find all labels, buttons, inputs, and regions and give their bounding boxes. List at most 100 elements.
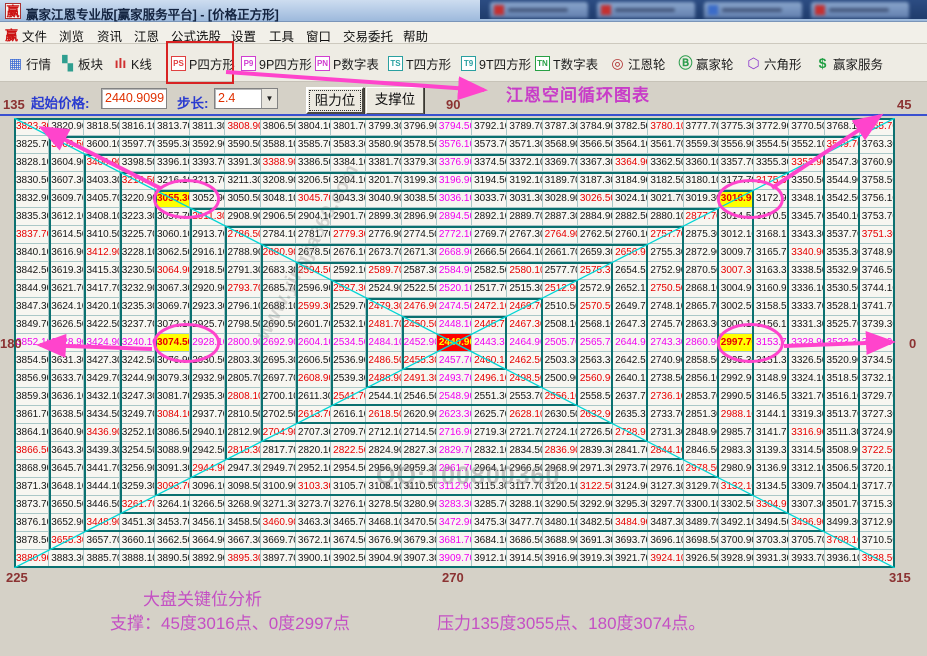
blurred-tab[interactable] (490, 2, 588, 18)
toolbar-item-t-square[interactable]: TST四方形 (388, 53, 451, 73)
winner-wheel-icon: Ⓑ (678, 56, 693, 71)
price-cell: 2971.30 (578, 460, 613, 478)
price-cell: 3583.30 (331, 136, 366, 154)
menu-item-7[interactable]: 工具 (269, 26, 294, 45)
menu-item-9[interactable]: 交易委托 (343, 26, 393, 45)
price-cell: 3220.90 (120, 190, 155, 208)
price-cell: 2764.90 (543, 226, 578, 244)
price-cell: 3820.90 (49, 118, 84, 136)
price-cell: 3501.70 (825, 496, 860, 514)
toolbar-item-kline[interactable]: ılıK线 (113, 53, 152, 73)
price-cell: 2836.90 (543, 442, 578, 460)
price-cell: 2484.10 (366, 334, 401, 352)
price-cell: 2649.70 (613, 298, 648, 316)
toolbar-item-quotes[interactable]: ▦行情 (8, 53, 51, 73)
price-cell: 2469.70 (507, 298, 542, 316)
price-cell: 3712.90 (860, 514, 895, 532)
menu-item-5[interactable]: 公式选股 (171, 26, 221, 45)
price-cell: 3151.30 (754, 352, 789, 370)
price-cell: 2992.90 (719, 370, 754, 388)
price-cell: 3698.50 (684, 532, 719, 550)
price-cell: 3784.90 (578, 118, 613, 136)
menu-item-10[interactable]: 帮助 (403, 26, 428, 45)
price-cell: 3710.50 (860, 532, 895, 550)
toolbar-item-p-square[interactable]: PSP四方形 (171, 53, 235, 73)
price-cell: 3496.90 (789, 514, 824, 532)
blurred-tab[interactable] (811, 2, 909, 18)
price-cell: 3086.50 (155, 424, 190, 442)
price-cell: 3364.90 (613, 154, 648, 172)
price-cell: 3129.70 (684, 478, 719, 496)
blurred-tabs-group (480, 0, 927, 19)
price-cell: 2757.70 (648, 226, 683, 244)
price-cell: 3789.70 (507, 118, 542, 136)
blurred-tab[interactable] (704, 2, 802, 18)
start-price-input[interactable]: 2440.9099 (101, 88, 167, 109)
price-cell: 2860.90 (684, 334, 719, 352)
price-cell: 3458.50 (225, 514, 260, 532)
price-cell: 2488.90 (366, 370, 401, 388)
resistance-button[interactable]: 阻力位 (306, 87, 364, 114)
blurred-tab[interactable] (597, 2, 695, 18)
step-label: 步长: (177, 92, 209, 112)
price-cell: 2964.10 (472, 460, 507, 478)
price-cell: 2988.10 (719, 406, 754, 424)
price-cell: 2906.50 (261, 208, 296, 226)
menu-item-1[interactable]: 文件 (22, 26, 47, 45)
price-cell: 3549.70 (825, 136, 860, 154)
price-cell: 2817.70 (261, 442, 296, 460)
price-cell: 3060.10 (155, 226, 190, 244)
angle-label-225: 225 (6, 570, 28, 585)
price-cell: 3484.90 (613, 514, 648, 532)
price-cell: 2827.30 (402, 442, 437, 460)
tab-text-blur (615, 8, 675, 12)
price-cell: 3252.10 (120, 424, 155, 442)
price-cell: 2793.70 (225, 280, 260, 298)
price-cell: 3177.70 (719, 172, 754, 190)
blurred-browser-tabs[interactable] (480, 0, 927, 19)
price-cell: 2925.70 (190, 316, 225, 334)
price-cell: 3748.90 (860, 244, 895, 262)
menu-item-3[interactable]: 资讯 (97, 26, 122, 45)
toolbar-item-sectors[interactable]: ▚板块 (60, 53, 103, 73)
price-cell: 2637.70 (613, 388, 648, 406)
price-cell: 3847.30 (14, 298, 49, 316)
price-cell: 3333.70 (789, 298, 824, 316)
toolbar-item-9p-square[interactable]: P99P四方形 (241, 53, 312, 73)
blocks-icon: ▚ (60, 56, 75, 71)
price-cell: 3609.70 (49, 190, 84, 208)
support-button[interactable]: 支撑位 (366, 87, 424, 114)
price-cell: 2472.10 (472, 298, 507, 316)
p9-icon: P9 (241, 56, 256, 71)
toolbar-item-label: T数字表 (553, 54, 598, 73)
price-cell: 3751.30 (860, 226, 895, 244)
price-cell: 3700.90 (719, 532, 754, 550)
price-cell: 2678.50 (296, 244, 331, 262)
price-cell: 3672.10 (296, 532, 331, 550)
price-cell: 3156.10 (754, 316, 789, 334)
menu-item-6[interactable]: 设置 (231, 26, 256, 45)
menu-item-2[interactable]: 浏览 (59, 26, 84, 45)
price-cell: 2457.70 (437, 352, 472, 370)
toolbar-item-winner-service[interactable]: $赢家服务 (815, 53, 883, 73)
toolbar-item-hexagon[interactable]: ⬡六角形 (746, 53, 802, 73)
price-cell: 3631.30 (49, 352, 84, 370)
price-cell: 3170.50 (754, 208, 789, 226)
price-cell: 2779.30 (331, 226, 366, 244)
toolbar-item-winner-wheel[interactable]: Ⓑ赢家轮 (678, 53, 734, 73)
price-cell: 3148.90 (754, 370, 789, 388)
price-cell: 3372.10 (507, 154, 542, 172)
menu-item-4[interactable]: 江恩 (134, 26, 159, 45)
toolbar-item-t-number-table[interactable]: TNT数字表 (535, 53, 598, 73)
chevron-down-icon[interactable]: ▼ (261, 89, 277, 108)
menu-item-8[interactable]: 窗口 (306, 26, 331, 45)
step-combobox[interactable]: 2.4 ▼ (214, 88, 278, 109)
price-cell: 2635.30 (613, 406, 648, 424)
price-cell: 3240.10 (120, 334, 155, 352)
price-cell: 2652.10 (613, 280, 648, 298)
toolbar-item-p-number-table[interactable]: PNP数字表 (315, 53, 379, 73)
toolbar-item-9t-square[interactable]: T99T四方形 (461, 53, 531, 73)
toolbar-item-gann-wheel[interactable]: ◎江恩轮 (610, 53, 666, 73)
price-cell: 3052.90 (190, 190, 225, 208)
price-cell: 3091.30 (155, 460, 190, 478)
